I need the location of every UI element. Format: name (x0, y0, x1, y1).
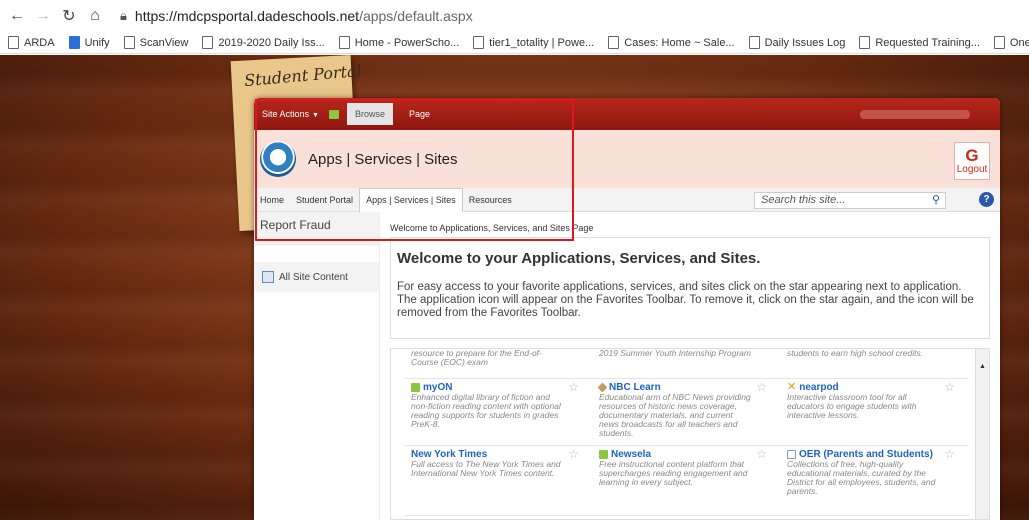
left-nav: Report Fraud All Site Content (254, 212, 380, 520)
unify-icon (68, 36, 80, 49)
scrollbar[interactable]: ▲ (975, 349, 989, 519)
page-icon (608, 36, 620, 49)
logout-button[interactable]: G Logout (954, 142, 990, 180)
reload-icon[interactable]: ↻ (56, 3, 82, 29)
forward-icon[interactable]: → (30, 3, 56, 29)
all-site-content-link[interactable]: All Site Content (254, 262, 379, 292)
bookmark-scanview[interactable]: ScanView (123, 36, 188, 49)
highlight-box (255, 99, 574, 241)
url-path: /apps/default.aspx (359, 8, 473, 24)
page-icon (748, 36, 760, 49)
search-icon[interactable]: ⚲ (932, 193, 940, 208)
bookmarks-bar: ARDA Unify ScanView 2019-2020 Daily Iss.… (0, 32, 1029, 54)
url-domain: https://mdcpsportal.dadeschools.net (134, 8, 360, 24)
logout-icon: G (965, 146, 979, 165)
help-icon[interactable]: ? (979, 192, 994, 207)
bookmark-daily-iss[interactable]: 2019-2020 Daily Iss... (202, 36, 325, 49)
url-field[interactable]: 🔒︎ https://mdcpsportal.dadeschools.net/a… (120, 8, 473, 24)
site-content-icon (262, 271, 274, 283)
star-icon[interactable]: ☆ (944, 448, 955, 460)
page-icon (338, 36, 350, 49)
star-icon[interactable]: ☆ (756, 448, 767, 460)
bookmark-powerschool[interactable]: Home - PowerScho... (338, 36, 459, 49)
app-item-newsela[interactable]: Newsela Free instructional content platf… (593, 446, 781, 516)
app-item-new-york-times[interactable]: New York Times Full access to The New Yo… (405, 446, 593, 516)
welcome-heading: Welcome to your Applications, Services, … (397, 250, 761, 267)
nearpod-icon: ✕ (787, 381, 797, 393)
app-item-oer[interactable]: OER (Parents and Students) Collections o… (781, 446, 969, 516)
page-icon (859, 36, 871, 49)
page-icon (8, 36, 19, 49)
star-icon[interactable]: ☆ (568, 448, 579, 460)
apps-list: resource to prepare for the End-of-Cours… (390, 348, 990, 520)
page-icon (202, 36, 214, 49)
star-icon[interactable]: ☆ (568, 381, 579, 393)
list-item: students to earn high school credits. (781, 349, 969, 379)
bookmark-unify[interactable]: Unify (68, 36, 110, 49)
bookmark-arda[interactable]: ARDA (8, 36, 55, 49)
app-item-myon[interactable]: myON Enhanced digital library of fiction… (405, 379, 593, 446)
lock-icon: 🔒︎ (120, 8, 127, 23)
app-icon (599, 450, 608, 459)
app-item-nearpod[interactable]: ✕ nearpod Interactive classroom tool for … (781, 379, 969, 446)
star-icon[interactable]: ☆ (756, 381, 767, 393)
app-item-nbc-learn[interactable]: NBC Learn Educational arm of NBC News pr… (593, 379, 781, 446)
star-icon[interactable]: ☆ (944, 381, 955, 393)
page-icon (473, 36, 485, 49)
bookmark-tier1[interactable]: tier1_totality | Powe... (473, 36, 594, 49)
address-bar: ← → ↻ ⌂ 🔒︎ https://mdcpsportal.dadeschoo… (0, 0, 1029, 32)
welcome-box: Welcome to your Applications, Services, … (390, 237, 990, 339)
welcome-text: For easy access to your favorite applica… (397, 281, 974, 319)
page-icon (123, 36, 135, 49)
user-name-blurred[interactable] (860, 109, 970, 119)
list-item: resource to prepare for the End-of-Cours… (405, 349, 593, 379)
logout-label: Logout (956, 164, 988, 175)
scroll-up-icon[interactable]: ▲ (976, 363, 989, 370)
bookmark-daily-issues-log[interactable]: Daily Issues Log (748, 36, 845, 49)
app-icon (411, 383, 420, 392)
list-item: 2019 Summer Youth Internship Program (593, 349, 781, 379)
home-icon[interactable]: ⌂ (82, 3, 108, 29)
pen-icon (597, 382, 608, 393)
bookmark-cases[interactable]: Cases: Home ~ Sale... (608, 36, 735, 49)
page-icon (993, 36, 1005, 49)
bookmark-onelook[interactable]: OneLook Diction (993, 36, 1029, 49)
bookmark-requested-training[interactable]: Requested Training... (859, 36, 980, 49)
image-icon (787, 450, 796, 459)
search-input[interactable]: Search this site... ⚲ (754, 192, 946, 209)
back-icon[interactable]: ← (4, 3, 30, 29)
